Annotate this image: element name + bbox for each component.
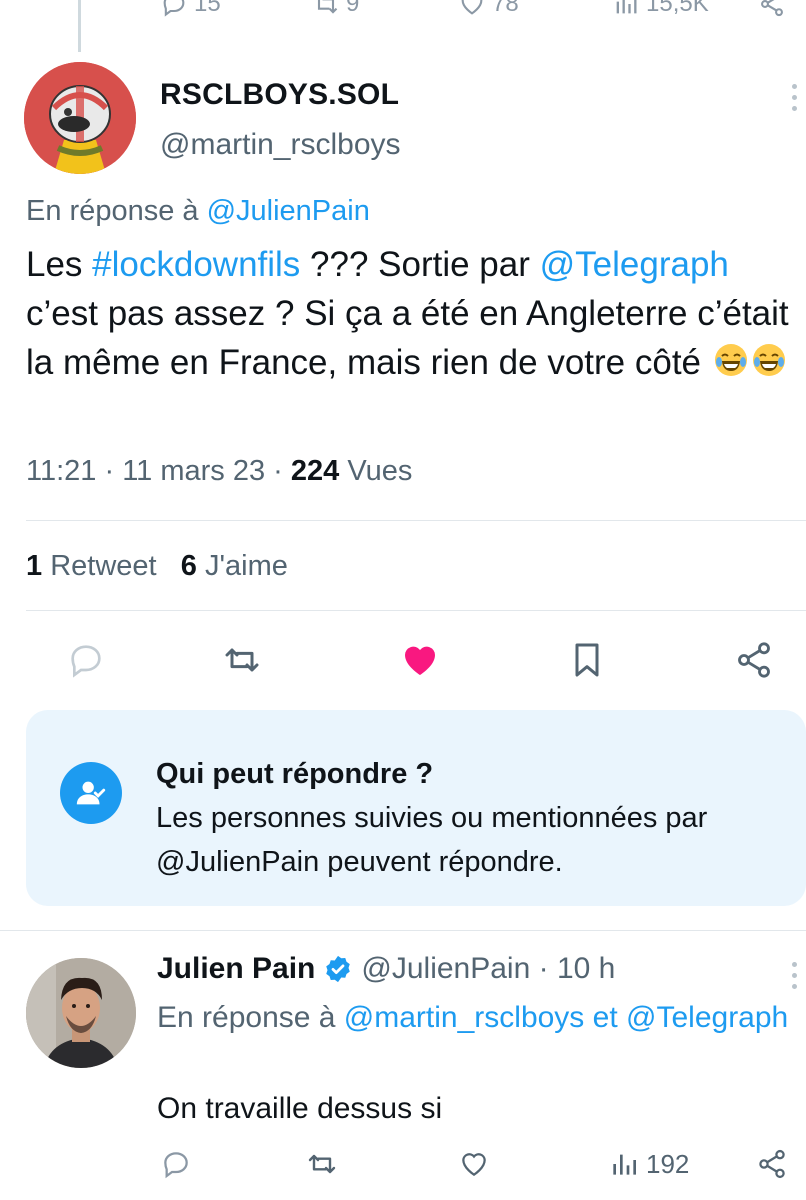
who-can-reply-title: Qui peut répondre ? xyxy=(156,758,434,790)
previous-like-count: 78 xyxy=(492,0,519,17)
previous-reply-action[interactable]: 15 xyxy=(160,0,221,18)
reply-time[interactable]: 10 h xyxy=(557,952,615,986)
reply-author-avatar[interactable] xyxy=(26,958,136,1068)
views-label: Vues xyxy=(347,455,413,487)
views-icon xyxy=(613,1154,636,1175)
reply-author-name[interactable]: Julien Pain xyxy=(157,952,315,986)
retweet-count: 1 xyxy=(26,550,43,582)
people-check-icon xyxy=(60,762,122,824)
reply-author-handle[interactable]: @JulienPain xyxy=(361,952,530,986)
retweet-icon xyxy=(308,1154,336,1174)
likes-stat[interactable]: 6 J'aime xyxy=(181,550,288,582)
author-display-name[interactable]: RSCLBOYS.SOL xyxy=(160,78,399,112)
like-count: 6 xyxy=(180,550,197,582)
like-label: J'aime xyxy=(204,550,288,582)
hashtag-link[interactable]: #lockdownfils xyxy=(92,245,300,284)
previous-views-action[interactable]: 15,5K xyxy=(612,0,709,18)
verified-badge-icon xyxy=(326,955,351,983)
tweet-action-bar xyxy=(0,638,806,686)
reply-and: et xyxy=(584,1001,627,1034)
bookmark-button[interactable] xyxy=(565,638,609,682)
divider xyxy=(26,520,806,521)
tweet-text-part-1: Les xyxy=(26,245,93,284)
reply-more-options-icon[interactable] xyxy=(792,962,800,995)
reply-context: En réponse à @martin_rsclboys et @Telegr… xyxy=(157,996,797,1040)
retweet-icon xyxy=(316,0,338,14)
tweet-text: Les #lockdownfils ??? Sortie par @Telegr… xyxy=(26,240,796,387)
reply-handle-link[interactable]: @JulienPain xyxy=(207,195,370,227)
heart-filled-icon xyxy=(405,646,435,675)
retweets-stat[interactable]: 1 Retweet xyxy=(26,550,157,582)
reply-header: Julien Pain @JulienPain · 10 h xyxy=(157,952,616,986)
previous-retweet-count: 9 xyxy=(346,0,360,17)
previous-tweet-actions: 15 9 78 15,5K xyxy=(0,0,806,18)
reply-icon xyxy=(164,1152,188,1179)
heart-icon xyxy=(461,0,483,15)
more-options-icon[interactable] xyxy=(792,84,800,117)
reply-prefix: En réponse à xyxy=(26,195,207,227)
laughing-emoji-icon xyxy=(714,344,747,376)
tweet-text-part-2: ??? Sortie par xyxy=(300,245,540,284)
retweet-icon xyxy=(225,648,259,672)
views-count: 224 xyxy=(290,455,340,487)
who-can-reply-description: Les personnes suivies ou mentionnées par… xyxy=(156,802,708,878)
bookmark-icon xyxy=(575,643,599,677)
reply-share-button[interactable] xyxy=(756,1148,788,1180)
avatar-photo-icon xyxy=(26,958,136,1068)
previous-share-action[interactable] xyxy=(758,0,786,18)
reply-text: On travaille dessus si xyxy=(157,1092,443,1125)
retweet-label: Retweet xyxy=(50,550,157,582)
retweet-button[interactable] xyxy=(220,638,264,682)
reply-mention-2[interactable]: @Telegraph xyxy=(626,1001,788,1034)
share-button[interactable] xyxy=(732,638,776,682)
divider xyxy=(0,930,806,931)
laughing-emoji-icon xyxy=(752,344,785,376)
reply-mention-1[interactable]: @martin_rsclboys xyxy=(344,1001,585,1034)
thread-connector-line xyxy=(78,0,81,52)
reply-retweet-button[interactable] xyxy=(306,1148,338,1180)
previous-retweet-action[interactable]: 9 xyxy=(312,0,359,18)
previous-views-count: 15,5K xyxy=(646,0,709,17)
reply-icon xyxy=(71,645,101,678)
reply-context: En réponse à @JulienPain xyxy=(26,195,370,228)
tweet-text-part-3: c’est pas assez ? Si ça a été en Anglete… xyxy=(26,294,789,382)
previous-like-action[interactable]: 78 xyxy=(458,0,519,18)
reply-button[interactable] xyxy=(64,638,108,682)
reply-prefix: En réponse à xyxy=(157,1001,344,1034)
share-icon xyxy=(761,0,783,17)
heart-icon xyxy=(462,1153,486,1177)
tweet-meta: 11:21 · 11 mars 23 · 224 Vues xyxy=(26,455,413,487)
who-can-reply-card: Qui peut répondre ? Les personnes suivie… xyxy=(26,710,806,906)
tweet-time[interactable]: 11:21 xyxy=(26,455,96,487)
avatar-illustration-icon xyxy=(24,62,136,174)
reply-like-button[interactable] xyxy=(458,1148,490,1180)
author-avatar[interactable] xyxy=(24,62,136,174)
share-icon xyxy=(759,1149,785,1179)
previous-reply-count: 15 xyxy=(194,0,221,17)
reply-views-count: 192 xyxy=(646,1148,690,1179)
views-icon xyxy=(616,0,637,14)
tweet-date[interactable]: 11 mars 23 xyxy=(122,455,265,487)
share-icon xyxy=(738,642,770,678)
engagement-stats: 1 Retweet 6 J'aime xyxy=(26,550,288,583)
mention-link[interactable]: @Telegraph xyxy=(540,245,729,284)
reply-icon xyxy=(163,0,185,17)
like-button[interactable] xyxy=(398,638,442,682)
reply-reply-button[interactable] xyxy=(160,1148,192,1180)
divider xyxy=(26,610,806,611)
author-handle[interactable]: @martin_rsclboys xyxy=(160,128,401,162)
reply-views-button[interactable]: 192 xyxy=(608,1148,689,1180)
reply-action-bar: 192 xyxy=(0,1148,806,1192)
